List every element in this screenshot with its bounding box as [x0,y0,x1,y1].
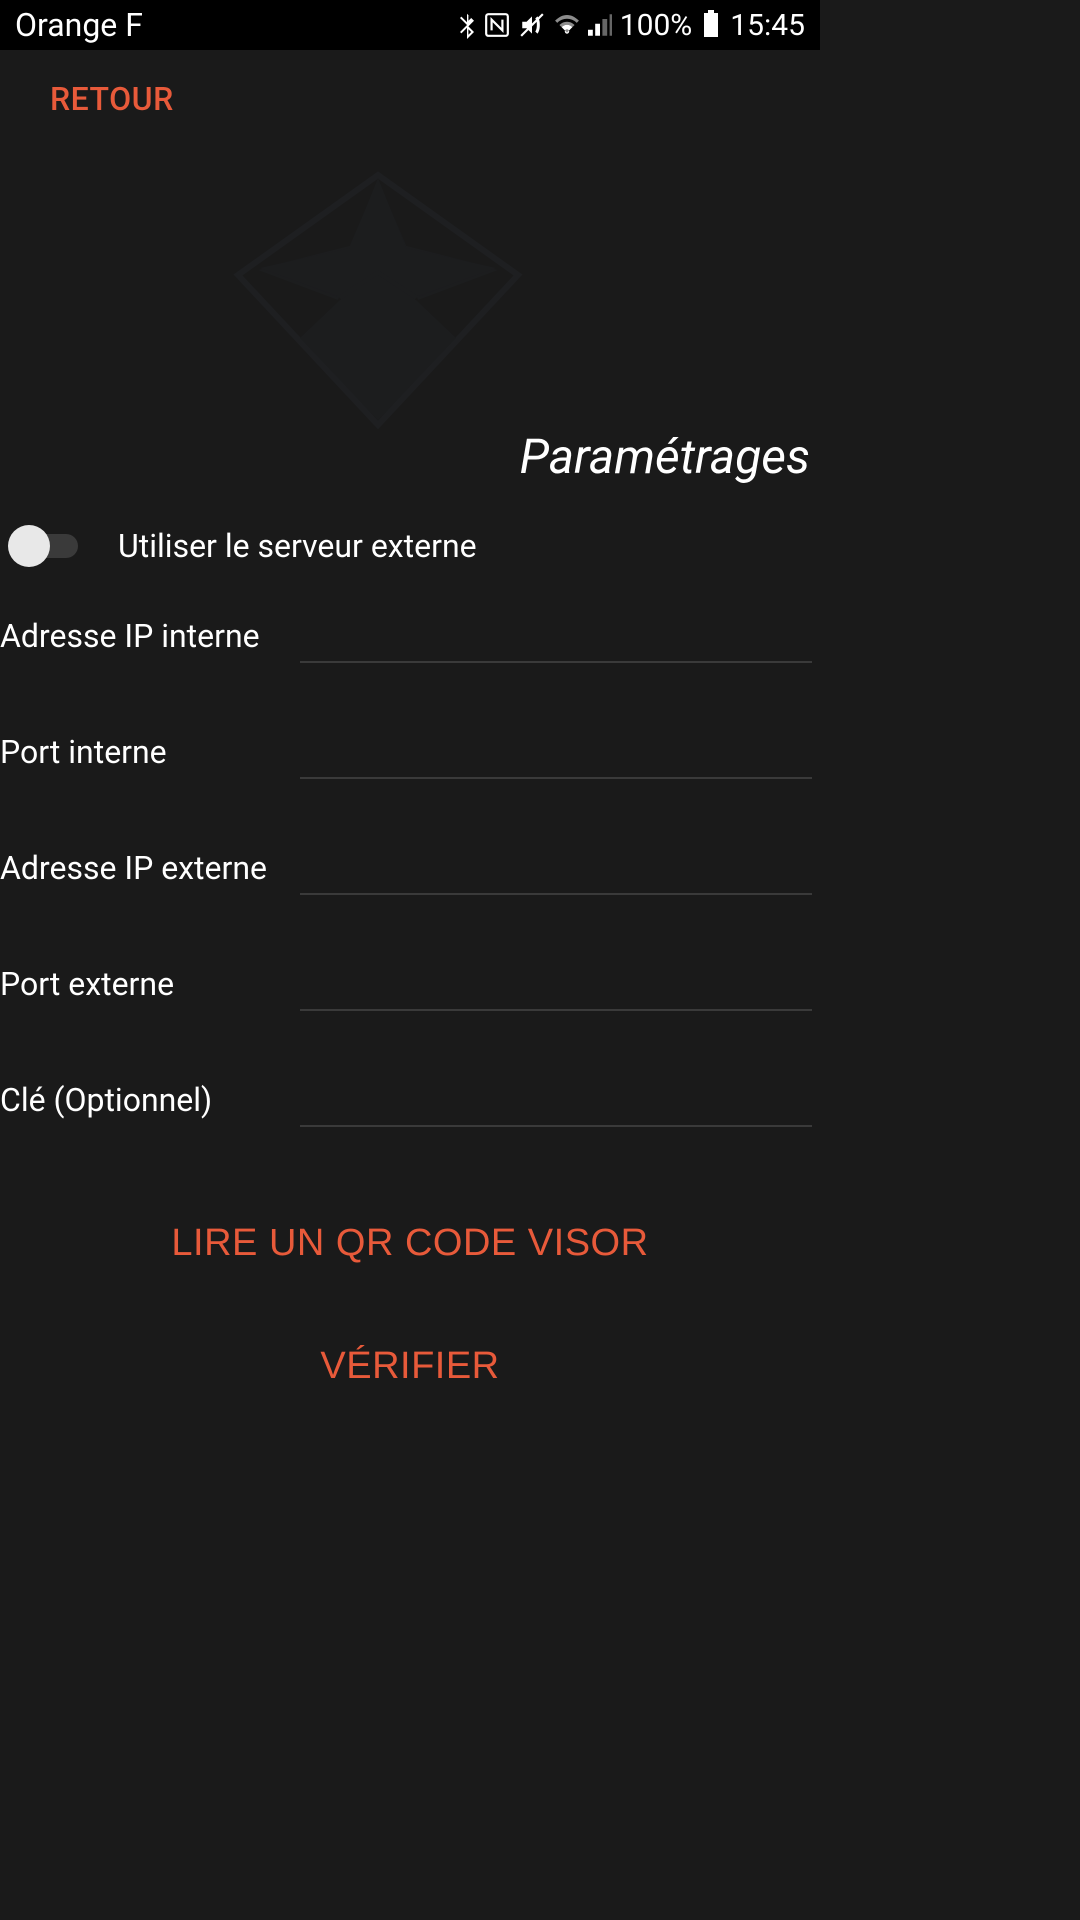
back-button[interactable]: RETOUR [0,50,224,138]
status-icons: 100% 15:45 [458,8,805,43]
clock: 15:45 [730,8,805,43]
app-logo [178,170,578,430]
bluetooth-icon [458,11,476,39]
status-bar: Orange F 100% 15:45 [0,0,820,50]
carrier-label: Orange F [15,6,143,44]
external-server-toggle-label: Utiliser le serveur externe [118,527,477,565]
nfc-icon [484,12,510,38]
internal-port-input[interactable] [300,733,812,779]
external-port-row: Port externe [0,965,820,1011]
key-row: Clé (Optionnel) [0,1081,820,1127]
cellular-signal-icon [588,14,612,36]
external-port-label: Port externe [0,965,300,1011]
page-title: Paramétrages [0,428,820,485]
battery-percent: 100% [620,8,693,43]
key-input[interactable] [300,1081,812,1127]
internal-ip-label: Adresse IP interne [0,617,300,663]
internal-ip-input[interactable] [300,617,812,663]
internal-port-label: Port interne [0,733,300,779]
external-server-toggle[interactable] [8,525,88,567]
key-label: Clé (Optionnel) [0,1081,300,1127]
wifi-icon [554,14,580,36]
internal-ip-row: Adresse IP interne [0,617,820,663]
internal-port-row: Port interne [0,733,820,779]
scan-qr-button[interactable]: LIRE UN QR CODE VISOR [0,1197,820,1290]
external-port-input[interactable] [300,965,812,1011]
external-ip-input[interactable] [300,849,812,895]
external-ip-label: Adresse IP externe [0,849,300,895]
external-ip-row: Adresse IP externe [0,849,820,895]
battery-icon [704,13,718,37]
external-server-toggle-row: Utiliser le serveur externe [0,525,820,567]
verify-button[interactable]: VÉRIFIER [0,1320,820,1413]
vibrate-mute-icon [518,12,546,38]
